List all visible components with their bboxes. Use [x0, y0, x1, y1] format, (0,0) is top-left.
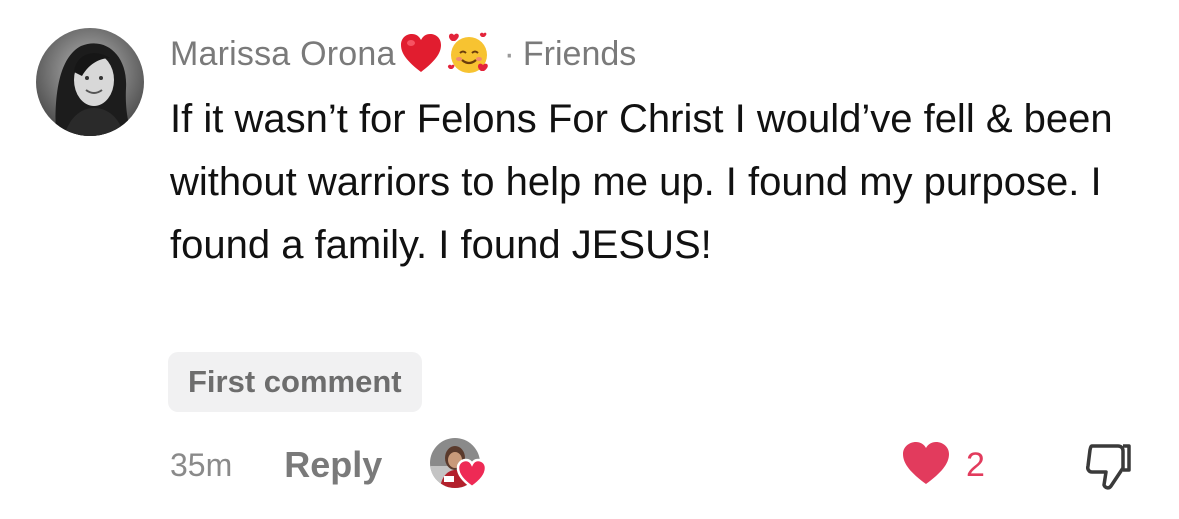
reply-button[interactable]: Reply	[284, 444, 382, 486]
comment-meta: 35m Reply	[170, 438, 488, 492]
red-heart-emoji-icon	[398, 31, 444, 77]
first-comment-badge: First comment	[168, 352, 422, 412]
comment-item: Marissa Orona · Friends If it wasn’t for…	[0, 0, 1179, 519]
dislike-button[interactable]	[1082, 438, 1134, 492]
like-button[interactable]: 2	[900, 438, 985, 492]
creator-liked-heart-icon	[456, 458, 488, 490]
like-count: 2	[966, 445, 985, 484]
comment-text: If it wasn’t for Felons For Christ I wou…	[170, 97, 1113, 267]
avatar[interactable]	[36, 28, 144, 136]
smiling-face-with-hearts-emoji-icon	[446, 31, 492, 77]
separator-dot: ·	[503, 34, 515, 73]
heart-icon[interactable]	[900, 440, 952, 491]
comment-header: Marissa Orona · Friends	[170, 30, 636, 78]
creator-liked-indicator	[430, 438, 488, 492]
thumbs-down-icon[interactable]	[1082, 444, 1134, 496]
username[interactable]: Marissa Orona	[170, 35, 396, 74]
timestamp: 35m	[170, 446, 233, 483]
relation-label: Friends	[522, 34, 637, 73]
